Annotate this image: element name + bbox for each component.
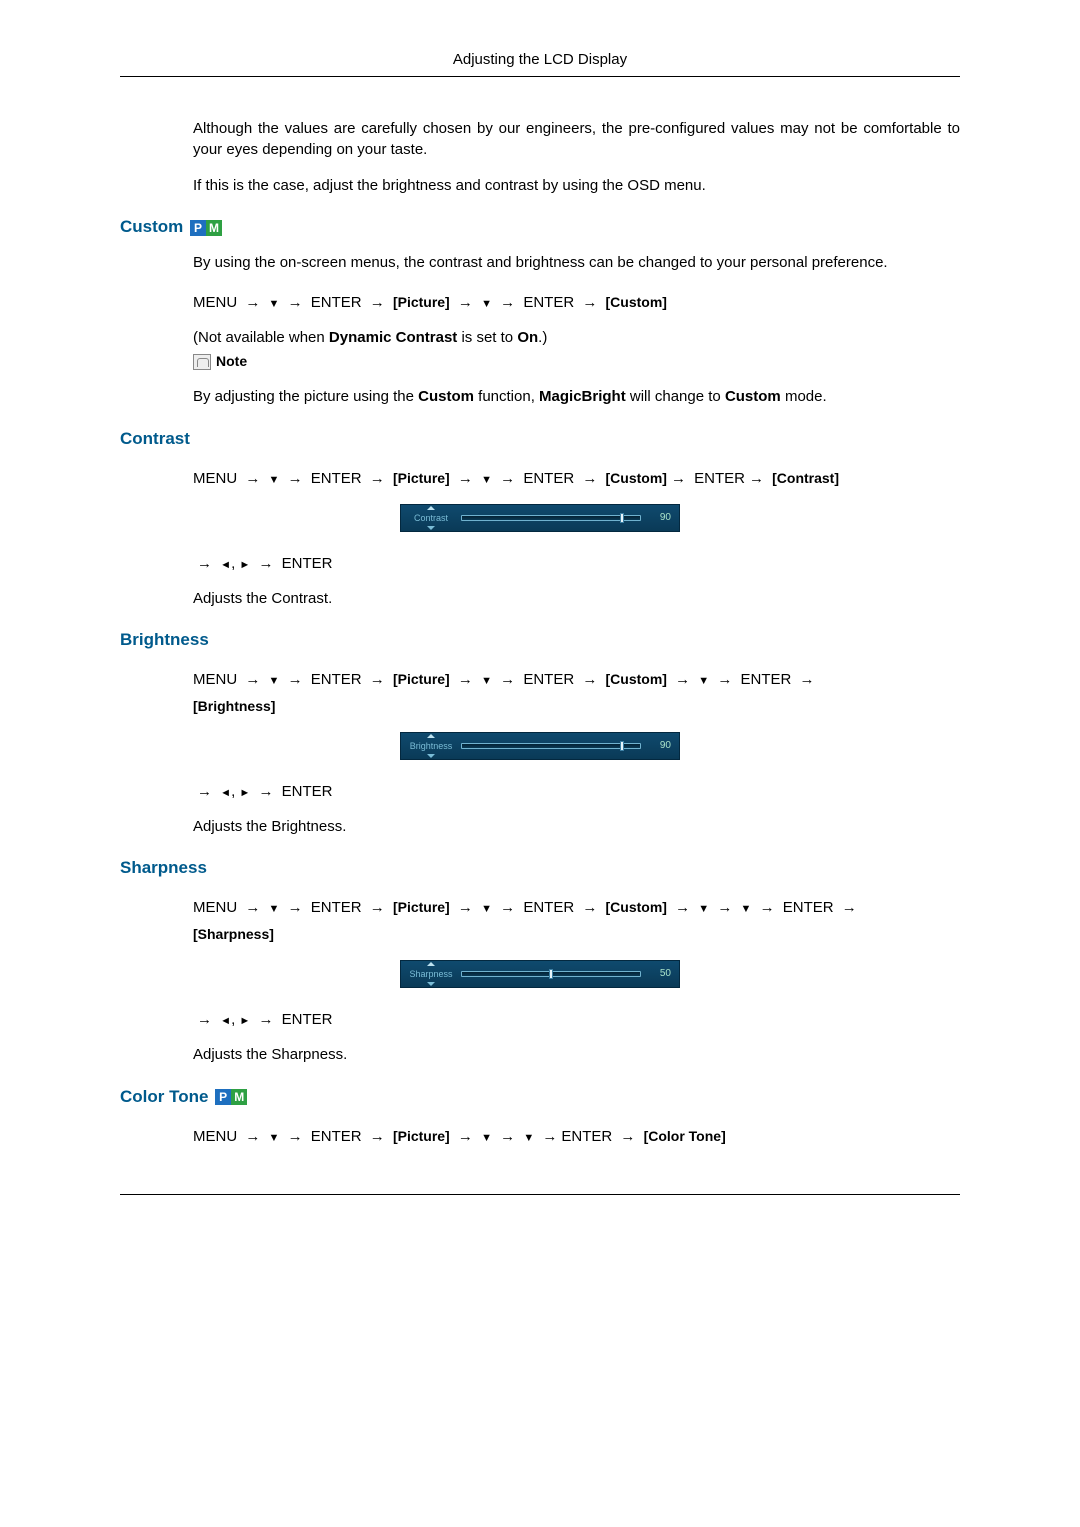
custom-paragraph: By using the on-screen menus, the contra… <box>193 253 960 273</box>
note-row: Note <box>193 352 960 371</box>
brightness-slider: Brightness 90 <box>400 732 680 760</box>
contrast-desc: Adjusts the Contrast. <box>193 589 960 609</box>
colortone-heading: Color Tone P M <box>120 1086 960 1109</box>
slider-value: 90 <box>649 739 671 753</box>
contrast-nav-2: → ◄, ► → ENTER <box>193 550 960 577</box>
badge-m-icon: M <box>231 1089 247 1105</box>
page-title: Adjusting the LCD Display <box>453 51 627 68</box>
custom-heading-text: Custom <box>120 217 183 236</box>
slider-track <box>461 743 641 749</box>
contrast-slider: Contrast 90 <box>400 504 680 532</box>
badge-p-icon: P <box>190 220 206 236</box>
badge-p-icon: P <box>215 1089 231 1105</box>
sharpness-nav: MENU → ▼ → ENTER → [Picture] → ▼ → ENTER… <box>193 894 960 948</box>
sharpness-heading: Sharpness <box>120 857 960 880</box>
pm-badge-icon: P M <box>190 220 222 236</box>
note-icon <box>193 354 211 370</box>
content: Although the values are carefully chosen… <box>120 119 960 1149</box>
brightness-nav-2: → ◄, ► → ENTER <box>193 778 960 805</box>
slider-label: Sharpness <box>401 963 461 985</box>
intro-paragraph-1: Although the values are carefully chosen… <box>193 119 960 160</box>
colortone-nav: MENU → ▼ → ENTER → [Picture] → ▼ → ▼ →EN… <box>193 1123 960 1150</box>
note-label: Note <box>216 352 247 371</box>
page-header: Adjusting the LCD Display <box>120 50 960 77</box>
brightness-nav: MENU → ▼ → ENTER → [Picture] → ▼ → ENTER… <box>193 666 960 720</box>
slider-thumb <box>549 969 553 979</box>
pm-badge-icon: P M <box>215 1089 247 1105</box>
slider-value: 90 <box>649 511 671 525</box>
custom-heading: Custom P M <box>120 216 960 239</box>
contrast-nav: MENU → ▼ → ENTER → [Picture] → ▼ → ENTER… <box>193 465 960 492</box>
brightness-desc: Adjusts the Brightness. <box>193 817 960 837</box>
intro-paragraph-2: If this is the case, adjust the brightne… <box>193 176 960 196</box>
custom-nav: MENU → ▼ → ENTER → [Picture] → ▼ → ENTER… <box>193 289 960 316</box>
sharpness-slider: Sharpness 50 <box>400 960 680 988</box>
badge-m-icon: M <box>206 220 222 236</box>
colortone-heading-text: Color Tone <box>120 1087 208 1106</box>
sharpness-nav-2: → ◄, ► → ENTER <box>193 1006 960 1033</box>
slider-thumb <box>620 741 624 751</box>
not-available-note: (Not available when Dynamic Contrast is … <box>193 328 960 348</box>
slider-label: Brightness <box>401 735 461 757</box>
slider-value: 50 <box>649 967 671 981</box>
slider-thumb <box>620 513 624 523</box>
slider-track <box>461 515 641 521</box>
slider-label: Contrast <box>401 507 461 529</box>
sharpness-desc: Adjusts the Sharpness. <box>193 1045 960 1065</box>
brightness-heading: Brightness <box>120 629 960 652</box>
contrast-heading: Contrast <box>120 428 960 451</box>
custom-note-body: By adjusting the picture using the Custo… <box>193 387 960 407</box>
slider-track <box>461 971 641 977</box>
page-footer-rule <box>120 1194 960 1195</box>
